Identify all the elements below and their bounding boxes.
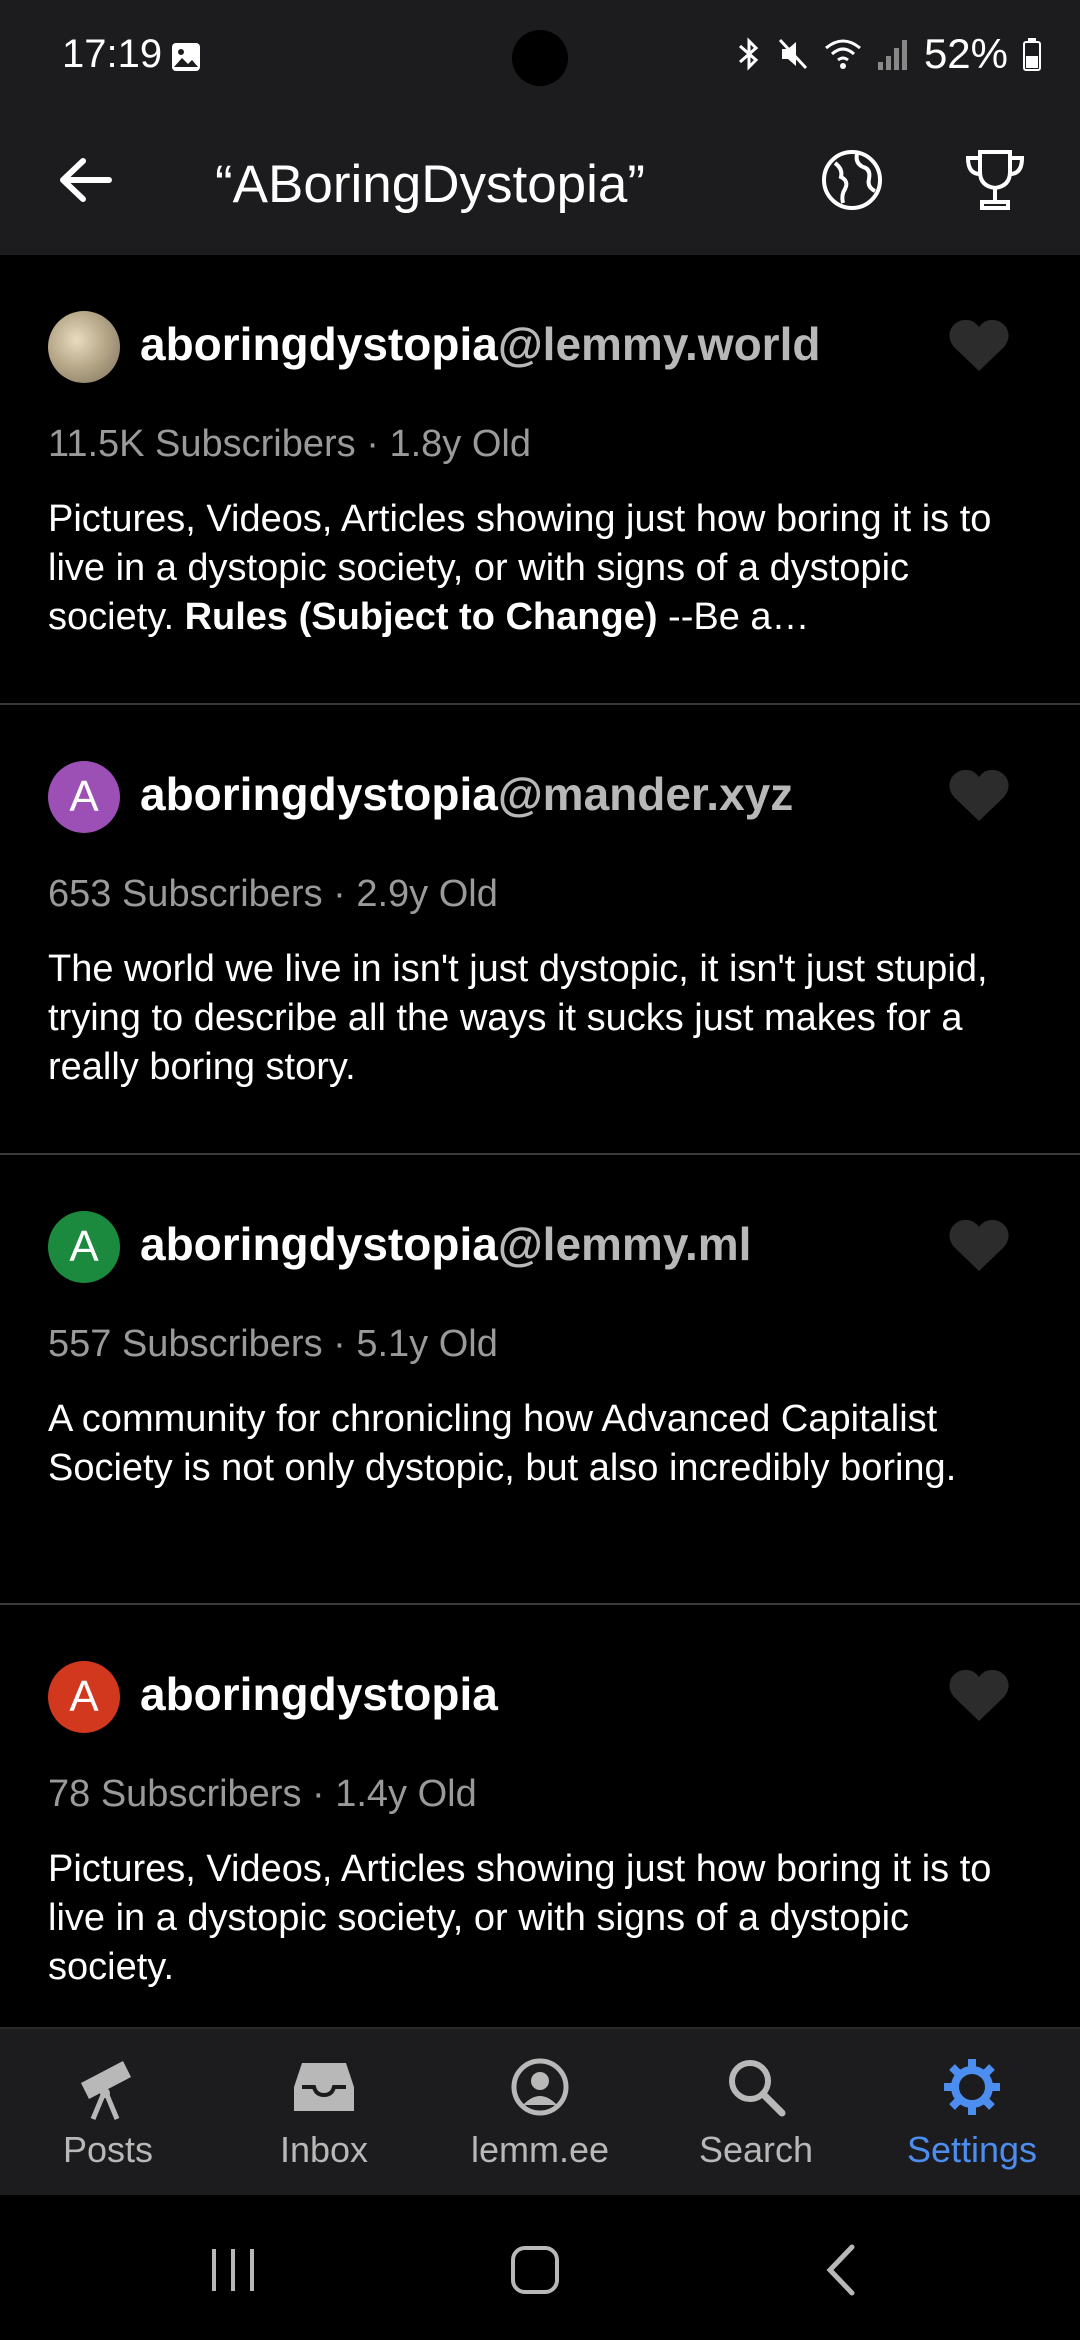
back-nav-button[interactable] bbox=[800, 2235, 880, 2305]
community-item[interactable]: A aboringdystopia@lemmy.ml 557 Subscribe… bbox=[0, 1155, 1080, 1605]
battery-percent: 52% bbox=[923, 30, 1008, 77]
nav-label: Search bbox=[698, 2129, 814, 2170]
gear-icon bbox=[944, 2059, 1000, 2115]
heart-icon[interactable] bbox=[948, 1667, 1010, 1723]
community-avatar: A bbox=[48, 1661, 120, 1733]
community-item[interactable]: A aboringdystopia@mander.xyz 653 Subscri… bbox=[0, 705, 1080, 1155]
gallery-notification-icon bbox=[172, 43, 200, 71]
home-icon bbox=[511, 2246, 559, 2294]
app-header: “ABoringDystopia” bbox=[0, 115, 1080, 255]
chevron-left-icon bbox=[826, 2244, 855, 2296]
telescope-icon bbox=[81, 2061, 131, 2120]
wifi-icon bbox=[824, 39, 861, 69]
community-description: A community for chronicling how Advanced… bbox=[48, 1398, 957, 1489]
battery-icon bbox=[1023, 38, 1041, 71]
nav-label: Inbox bbox=[279, 2129, 369, 2170]
community-item[interactable]: aboringdystopia@lemmy.world 11.5K Subscr… bbox=[0, 255, 1080, 705]
bottom-navigation: Posts Inbox lemm.ee Search Settings bbox=[0, 2027, 1080, 2195]
community-host: @lemmy.ml bbox=[497, 1218, 752, 1270]
nav-posts[interactable]: Posts bbox=[0, 2029, 216, 2197]
nav-label: Settings bbox=[906, 2129, 1038, 2170]
community-name: aboringdystopia@lemmy.world bbox=[140, 318, 821, 370]
recents-icon bbox=[212, 2249, 254, 2291]
search-icon bbox=[729, 2060, 786, 2117]
community-name: aboringdystopia@lemmy.ml bbox=[140, 1218, 752, 1270]
nav-label: lemm.ee bbox=[470, 2129, 610, 2170]
mute-icon bbox=[778, 38, 808, 70]
status-time: 17:19 bbox=[62, 32, 163, 76]
home-button[interactable] bbox=[495, 2235, 575, 2305]
nav-label: Posts bbox=[62, 2129, 154, 2170]
community-avatar bbox=[48, 311, 120, 383]
account-icon bbox=[511, 2058, 569, 2116]
sort-top-button[interactable] bbox=[955, 140, 1035, 220]
status-bar: 17:19 52% bbox=[0, 0, 1080, 115]
system-navigation-bar bbox=[0, 2195, 1080, 2340]
community-list: aboringdystopia@lemmy.world 11.5K Subscr… bbox=[0, 255, 1080, 2055]
community-description: Pictures, Videos, Articles showing just … bbox=[48, 1848, 992, 1988]
signal-icon bbox=[877, 40, 907, 70]
globe-icon bbox=[822, 150, 882, 210]
inbox-icon bbox=[294, 2063, 354, 2111]
community-description: The world we live in isn't just dystopic… bbox=[48, 948, 988, 1088]
community-meta: 78 Subscribers · 1.4y Old bbox=[48, 1773, 477, 1815]
nav-account[interactable]: lemm.ee bbox=[432, 2029, 648, 2197]
community-host: @mander.xyz bbox=[497, 768, 794, 820]
community-meta: 557 Subscribers · 5.1y Old bbox=[48, 1323, 498, 1365]
community-meta: 653 Subscribers · 2.9y Old bbox=[48, 873, 498, 915]
community-host: @lemmy.world bbox=[497, 318, 821, 370]
page-title: “ABoringDystopia” bbox=[215, 155, 646, 214]
community-name: aboringdystopia@mander.xyz bbox=[140, 768, 794, 820]
nav-settings[interactable]: Settings bbox=[864, 2029, 1080, 2197]
camera-cutout bbox=[512, 30, 568, 86]
community-avatar: A bbox=[48, 761, 120, 833]
community-avatar: A bbox=[48, 1211, 120, 1283]
recents-button[interactable] bbox=[193, 2235, 273, 2305]
heart-icon[interactable] bbox=[948, 1217, 1010, 1273]
nav-search[interactable]: Search bbox=[648, 2029, 864, 2197]
heart-icon[interactable] bbox=[948, 317, 1010, 373]
arrow-left-icon bbox=[60, 158, 112, 202]
bluetooth-icon bbox=[738, 37, 759, 71]
community-meta: 11.5K Subscribers · 1.8y Old bbox=[48, 423, 531, 465]
status-icons: 52% bbox=[736, 30, 1042, 78]
trophy-icon bbox=[965, 150, 1025, 210]
heart-icon[interactable] bbox=[948, 767, 1010, 823]
community-item[interactable]: A aboringdystopia 78 Subscribers · 1.4y … bbox=[0, 1605, 1080, 2055]
nav-inbox[interactable]: Inbox bbox=[216, 2029, 432, 2197]
instance-filter-button[interactable] bbox=[812, 140, 892, 220]
community-description: Pictures, Videos, Articles showing just … bbox=[48, 498, 992, 638]
back-button[interactable] bbox=[50, 145, 120, 215]
community-name: aboringdystopia bbox=[140, 1668, 498, 1720]
